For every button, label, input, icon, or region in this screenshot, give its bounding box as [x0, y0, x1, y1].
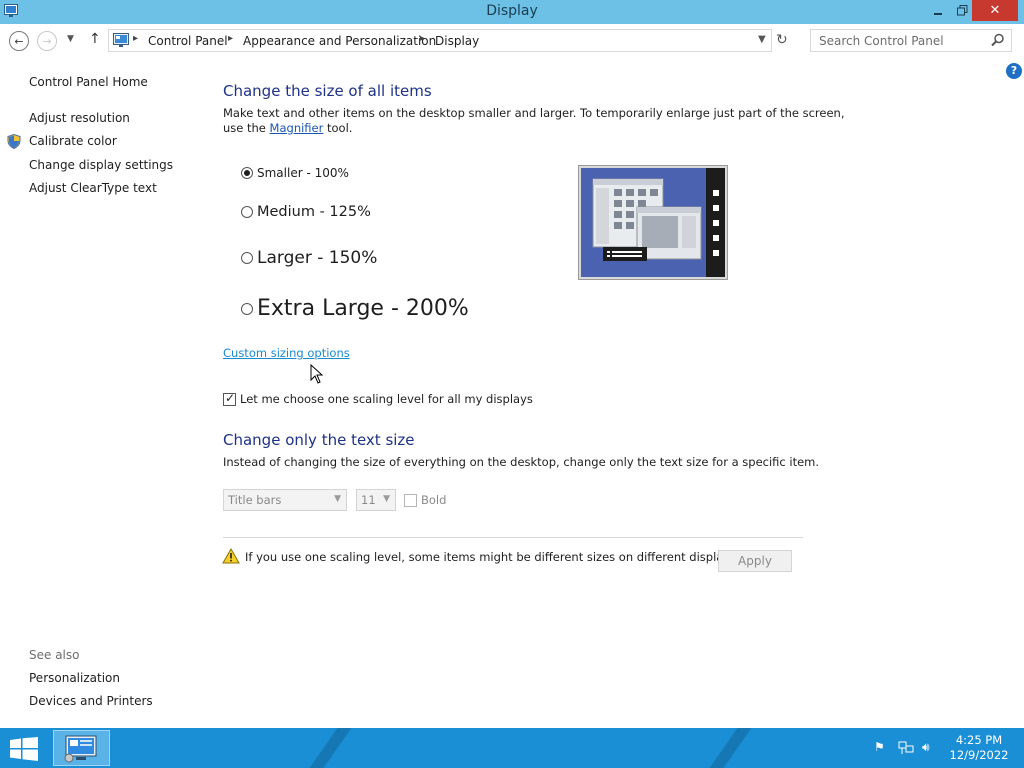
control-panel-icon — [113, 33, 129, 47]
checkbox-unchecked[interactable] — [404, 493, 417, 507]
forward-button[interactable]: → — [37, 31, 57, 51]
radio-button-selected[interactable] — [241, 167, 253, 179]
warning-text: If you use one scaling level, some items… — [245, 550, 740, 564]
clock-time: 4:25 PM — [955, 733, 1003, 747]
warning-icon — [222, 548, 240, 564]
search-box[interactable] — [810, 29, 1012, 52]
breadcrumb-separator-icon: ▸ — [133, 33, 139, 44]
change-size-description: Make text and other items on the desktop… — [223, 106, 845, 136]
radio-button[interactable] — [241, 302, 253, 315]
refresh-icon[interactable]: ↻ — [776, 32, 788, 48]
taskbar: ⚑ 🔊︎ 4:25 PM 12/9/2022 — [0, 728, 1024, 768]
change-text-size-description: Instead of changing the size of everythi… — [223, 455, 820, 469]
bold-label: Bold — [421, 493, 447, 507]
window-title: Display — [486, 3, 538, 19]
item-select-dropdown[interactable]: Title bars ▼ — [223, 489, 347, 511]
network-icon[interactable] — [898, 741, 914, 755]
breadcrumb-control-panel[interactable]: Control Panel — [148, 34, 228, 48]
radio-button[interactable] — [241, 252, 253, 264]
breadcrumb-appearance-and-personalization[interactable]: Appearance and Personalization — [243, 34, 436, 48]
action-center-flag-icon[interactable]: ⚑ — [874, 740, 885, 754]
arrow-right-icon: → — [42, 34, 52, 48]
radio-label: Extra Large - 200% — [257, 296, 469, 321]
apply-button[interactable]: Apply — [718, 550, 792, 572]
restore-icon — [956, 5, 967, 16]
chevron-down-icon: ▼ — [383, 494, 390, 504]
adjust-cleartype-text-link[interactable]: Adjust ClearType text — [29, 181, 157, 195]
font-size-value: 11 — [361, 493, 376, 507]
taskbar-control-panel-button[interactable] — [53, 730, 110, 766]
address-bar-area: ← → ▼ ↑ ▸ Control Panel ▸ Appearance and… — [0, 24, 1024, 58]
control-panel-home-link[interactable]: Control Panel Home — [29, 75, 148, 89]
radio-button[interactable] — [241, 206, 253, 218]
custom-sizing-options-link[interactable]: Custom sizing options — [223, 346, 350, 360]
back-button[interactable]: ← — [9, 31, 29, 51]
font-size-select-dropdown[interactable]: 11 ▼ — [356, 489, 396, 511]
scaling-preview-image — [578, 165, 728, 280]
checkbox-checked[interactable] — [223, 391, 236, 406]
chevron-down-icon: ▼ — [334, 494, 341, 504]
arrow-left-icon: ← — [14, 34, 24, 48]
see-also-label: See also — [29, 648, 80, 662]
description-line-1: Make text and other items on the desktop… — [223, 106, 845, 120]
minimize-icon — [934, 12, 942, 15]
radio-label: Smaller - 100% — [257, 166, 349, 180]
uac-shield-icon — [7, 134, 21, 149]
item-select-value: Title bars — [228, 493, 282, 507]
breadcrumb-separator-icon: ▸ — [228, 33, 234, 44]
radio-label: Larger - 150% — [257, 248, 378, 268]
radio-label: Medium - 125% — [257, 204, 371, 220]
taskbar-decoration — [695, 728, 759, 768]
windows-start-icon[interactable] — [10, 737, 38, 761]
change-display-settings-link[interactable]: Change display settings — [29, 158, 173, 172]
description-line-2-prefix: use the — [223, 121, 270, 135]
description-line-2-suffix: tool. — [323, 121, 353, 135]
radio-extra-large-200[interactable]: Extra Large - 200% — [241, 296, 469, 321]
control-panel-icon — [64, 735, 97, 763]
change-size-heading: Change the size of all items — [223, 82, 432, 100]
search-input[interactable] — [819, 34, 989, 48]
taskbar-decoration — [295, 728, 359, 768]
clock-date: 12/9/2022 — [949, 748, 1009, 762]
help-icon[interactable]: ? — [1006, 63, 1022, 79]
close-button[interactable]: ✕ — [972, 0, 1018, 21]
recent-pages-dropdown-icon[interactable]: ▼ — [67, 34, 74, 44]
system-clock[interactable]: 4:25 PM 12/9/2022 — [946, 733, 1012, 763]
adjust-resolution-link[interactable]: Adjust resolution — [29, 111, 130, 125]
calibrate-color-link[interactable]: Calibrate color — [29, 134, 117, 148]
desktop-preview-illustration — [581, 168, 725, 277]
up-arrow-icon[interactable]: ↑ — [89, 31, 101, 47]
magnifier-link[interactable]: Magnifier — [270, 121, 324, 135]
radio-medium-125[interactable]: Medium - 125% — [241, 204, 371, 220]
one-scaling-level-checkbox[interactable]: Let me choose one scaling level for all … — [223, 391, 533, 406]
personalization-link[interactable]: Personalization — [29, 671, 120, 685]
volume-icon[interactable]: 🔊︎ — [922, 740, 930, 755]
change-text-size-heading: Change only the text size — [223, 431, 415, 449]
radio-smaller-100[interactable]: Smaller - 100% — [241, 166, 349, 180]
title-bar: Display ✕ — [0, 0, 1024, 24]
address-dropdown-icon[interactable]: ▼ — [758, 34, 766, 45]
address-bar[interactable]: ▸ Control Panel ▸ Appearance and Persona… — [108, 29, 772, 52]
breadcrumb-display[interactable]: Display — [435, 34, 479, 48]
checkbox-label: Let me choose one scaling level for all … — [240, 392, 533, 406]
bold-checkbox[interactable]: Bold — [404, 493, 446, 507]
radio-larger-150[interactable]: Larger - 150% — [241, 248, 377, 268]
devices-and-printers-link[interactable]: Devices and Printers — [29, 694, 153, 708]
breadcrumb-separator-icon: ▸ — [420, 33, 426, 44]
section-divider — [223, 537, 803, 538]
mouse-pointer-icon — [310, 364, 324, 384]
search-icon — [991, 33, 1004, 47]
close-icon: ✕ — [989, 3, 1001, 18]
